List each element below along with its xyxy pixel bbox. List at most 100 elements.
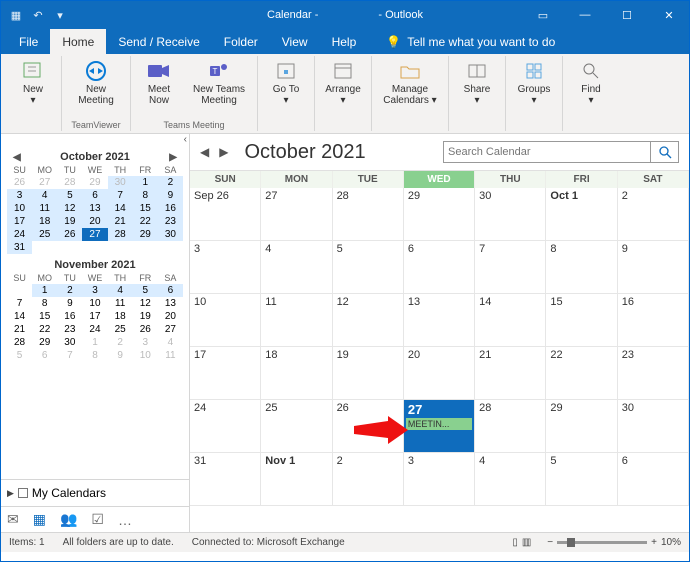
mini-cal-day[interactable]	[7, 284, 32, 297]
mini-cal-day[interactable]: 5	[133, 284, 158, 297]
mini-cal-day[interactable]: 4	[158, 336, 183, 349]
mini-cal-day[interactable]: 26	[7, 176, 32, 189]
mini-cal-day[interactable]: 16	[57, 310, 82, 323]
mini-cal-day[interactable]: 18	[32, 215, 57, 228]
calendar-cell[interactable]: Nov 1	[261, 453, 332, 506]
mini-cal-day[interactable]: 27	[32, 176, 57, 189]
mini-cal-day[interactable]: 8	[133, 189, 158, 202]
goto-button[interactable]: Go To▾	[262, 58, 310, 108]
mini-cal-day[interactable]: 9	[158, 189, 183, 202]
chevron-down-icon[interactable]: ▶	[7, 488, 14, 499]
mini-cal-day[interactable]: 9	[57, 297, 82, 310]
calendar-cell[interactable]: 11	[261, 294, 332, 347]
mini-cal-day[interactable]	[133, 241, 158, 254]
calendar-cell[interactable]: 18	[261, 347, 332, 400]
calendar-cell[interactable]: 30	[618, 400, 689, 453]
calendar-cell[interactable]: 30	[475, 188, 546, 241]
mini-cal-day[interactable]: 30	[108, 176, 133, 189]
mini-cal-day[interactable]: 13	[82, 202, 107, 215]
mini-cal-day[interactable]: 11	[32, 202, 57, 215]
mini-cal-day[interactable]: 29	[32, 336, 57, 349]
calendar-cell[interactable]: 28	[333, 188, 404, 241]
calendar-event[interactable]: MEETIN...	[406, 418, 472, 430]
mini-cal-day[interactable]: 28	[108, 228, 133, 241]
mini-cal-day[interactable]: 6	[82, 189, 107, 202]
find-button[interactable]: Find▾	[567, 58, 615, 108]
tab-file[interactable]: File	[7, 29, 50, 54]
mini-cal-day[interactable]: 14	[108, 202, 133, 215]
mini-cal-day[interactable]: 2	[57, 284, 82, 297]
mini-cal-day[interactable]: 24	[7, 228, 32, 241]
calendar-cell[interactable]: 27MEETIN...	[404, 400, 475, 453]
mini-cal-day[interactable]: 12	[133, 297, 158, 310]
mini-cal-day[interactable]: 10	[82, 297, 107, 310]
mini-cal-day[interactable]: 3	[7, 189, 32, 202]
minimize-button[interactable]: —	[567, 9, 603, 22]
calendar-checkbox[interactable]	[18, 488, 28, 498]
calendar-cell[interactable]: 16	[618, 294, 689, 347]
calendar-cell[interactable]: 4	[475, 453, 546, 506]
mini-cal-day[interactable]: 8	[32, 297, 57, 310]
ribbon-display-icon[interactable]: ▭	[525, 9, 561, 22]
mini-cal-day[interactable]	[158, 241, 183, 254]
mini-cal-day[interactable]: 15	[32, 310, 57, 323]
view-reading-icon[interactable]: ▥	[522, 537, 531, 548]
calendar-cell[interactable]: 21	[475, 347, 546, 400]
tab-help[interactable]: Help	[320, 29, 369, 54]
mini-cal-day[interactable]: 17	[7, 215, 32, 228]
search-button[interactable]	[651, 141, 679, 163]
mini-cal-day[interactable]: 19	[57, 215, 82, 228]
calendar-cell[interactable]: 3	[190, 241, 261, 294]
calendar-cell[interactable]: 2	[618, 188, 689, 241]
new-teams-meeting-button[interactable]: T New Teams Meeting	[185, 58, 253, 108]
mini-cal-day[interactable]: 1	[133, 176, 158, 189]
mini-cal-day[interactable]: 6	[32, 349, 57, 362]
calendar-cell[interactable]: 25	[261, 400, 332, 453]
mini-cal-day[interactable]: 29	[133, 228, 158, 241]
calendar-cell[interactable]: 24	[190, 400, 261, 453]
calendar-cell[interactable]: 8	[546, 241, 617, 294]
mail-icon[interactable]: ✉	[7, 511, 19, 528]
mini-cal-day[interactable]: 23	[57, 323, 82, 336]
close-button[interactable]: ✕	[651, 9, 687, 22]
mini-cal-day[interactable]: 28	[57, 176, 82, 189]
mini-cal-day[interactable]: 5	[7, 349, 32, 362]
mini-cal-day[interactable]: 15	[133, 202, 158, 215]
calendar-cell[interactable]: 28	[475, 400, 546, 453]
mini-cal-day[interactable]	[108, 241, 133, 254]
calendar-cell[interactable]: 22	[546, 347, 617, 400]
prev-month-icon[interactable]: ◀	[13, 152, 21, 163]
mini-cal-day[interactable]: 9	[108, 349, 133, 362]
tab-view[interactable]: View	[270, 29, 320, 54]
mini-cal-day[interactable]: 30	[158, 228, 183, 241]
mini-cal-day[interactable]: 4	[32, 189, 57, 202]
calendar-cell[interactable]: 2	[333, 453, 404, 506]
calendar-cell[interactable]: 4	[261, 241, 332, 294]
quick-access-icon[interactable]: ▦	[7, 9, 25, 22]
mini-cal-day[interactable]: 6	[158, 284, 183, 297]
mini-cal-day[interactable]: 5	[57, 189, 82, 202]
calendar-cell[interactable]: 19	[333, 347, 404, 400]
mini-cal-day[interactable]: 2	[158, 176, 183, 189]
calendar-cell[interactable]: 14	[475, 294, 546, 347]
mini-cal-day[interactable]: 1	[82, 336, 107, 349]
mini-cal-day[interactable]: 3	[133, 336, 158, 349]
mini-cal-day[interactable]: 20	[82, 215, 107, 228]
calendar-cell[interactable]: 29	[404, 188, 475, 241]
mini-cal-day[interactable]: 26	[57, 228, 82, 241]
calendar-cell[interactable]: 12	[333, 294, 404, 347]
calendar-cell[interactable]: 31	[190, 453, 261, 506]
mini-cal-day[interactable]: 25	[108, 323, 133, 336]
meet-now-button[interactable]: Meet Now	[135, 58, 183, 108]
mini-cal-day[interactable]: 10	[133, 349, 158, 362]
mini-cal-day[interactable]	[57, 241, 82, 254]
next-month-icon[interactable]: ▶	[169, 152, 177, 163]
new-meeting-teamviewer-button[interactable]: New Meeting	[66, 58, 126, 108]
zoom-out-icon[interactable]: −	[547, 537, 553, 548]
mini-cal-day[interactable]: 29	[82, 176, 107, 189]
calendar-cell[interactable]: 7	[475, 241, 546, 294]
maximize-button[interactable]: ☐	[609, 9, 645, 22]
calendar-cell[interactable]: 3	[404, 453, 475, 506]
mini-cal-day[interactable]: 31	[7, 241, 32, 254]
mini-cal-day[interactable]: 17	[82, 310, 107, 323]
